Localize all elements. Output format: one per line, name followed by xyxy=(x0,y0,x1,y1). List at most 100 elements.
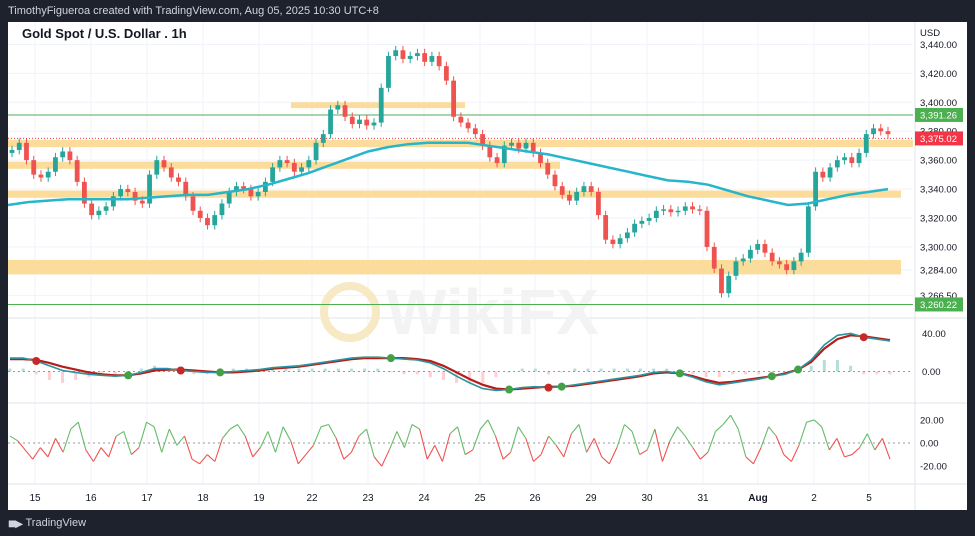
candle-body xyxy=(805,206,811,253)
osc-segment xyxy=(274,426,284,453)
watermark-text: WikiFX xyxy=(386,276,599,348)
macd-histogram-bar xyxy=(47,371,51,381)
macd-tick-label: 40.00 xyxy=(922,329,946,340)
osc-segment xyxy=(396,431,405,448)
candle-body xyxy=(675,210,681,213)
candle-body xyxy=(617,238,623,245)
osc-segment xyxy=(47,438,57,458)
osc-segment xyxy=(570,424,580,435)
macd-cross-dot xyxy=(544,383,553,392)
candle-body xyxy=(863,134,869,153)
osc-segment xyxy=(677,426,686,437)
osc-segment xyxy=(684,435,694,448)
osc-segment xyxy=(183,435,193,460)
price-chart-svg[interactable]: WikiFX USD3,440.003,420.003,400.003,380.… xyxy=(8,22,967,510)
osc-segment xyxy=(17,440,26,451)
osc-segment xyxy=(790,445,800,462)
candle-body xyxy=(704,210,710,247)
candle-body xyxy=(168,167,174,178)
candle-body xyxy=(494,157,500,164)
candle-body xyxy=(639,220,645,224)
candle-body xyxy=(726,275,732,294)
osc-segment xyxy=(229,424,238,430)
candle-body xyxy=(74,160,80,182)
candle-body xyxy=(834,160,840,168)
candle-body xyxy=(60,151,66,158)
x-tick-label: 19 xyxy=(253,493,265,504)
osc-segment xyxy=(798,422,808,446)
macd-cross-dot xyxy=(675,369,684,378)
osc-segment xyxy=(426,445,436,460)
candle-body xyxy=(306,160,312,168)
credit-text: TimothyFigueroa created with TradingView… xyxy=(8,5,379,17)
candle-body xyxy=(422,53,428,62)
candle-body xyxy=(791,261,797,271)
osc-segment xyxy=(161,428,170,453)
macd-cross-dot xyxy=(767,372,776,381)
osc-segment xyxy=(441,433,451,462)
osc-segment xyxy=(654,428,663,462)
candle-body xyxy=(284,160,290,164)
x-tick-label: 25 xyxy=(474,493,486,504)
candle-body xyxy=(320,134,326,143)
candle-body xyxy=(176,177,181,182)
macd-cross-dot xyxy=(794,365,803,374)
zone-0 xyxy=(291,102,465,109)
candle-body xyxy=(190,196,196,211)
candle-body xyxy=(205,218,210,226)
macd-histogram-bar xyxy=(494,371,498,378)
osc-segment xyxy=(479,419,489,430)
osc-segment xyxy=(715,424,724,432)
candle-body xyxy=(212,215,218,226)
x-tick-label: 5 xyxy=(866,493,872,504)
candle-body xyxy=(588,186,594,192)
candle-body xyxy=(443,66,449,81)
line-label-text: 3,260.22 xyxy=(920,300,957,311)
price-tick-label: 3,300.00 xyxy=(920,242,957,253)
osc-segment xyxy=(775,435,785,455)
osc-segment xyxy=(730,414,739,430)
price-tick-label: 3,440.00 xyxy=(920,40,957,51)
candle-body xyxy=(682,206,688,211)
price-tick-label: 3,420.00 xyxy=(920,69,957,80)
osc-segment xyxy=(282,426,292,441)
osc-segment xyxy=(752,447,762,465)
osc-segment xyxy=(335,438,345,460)
candle-body xyxy=(784,264,790,271)
footer-brand: TradingView xyxy=(25,517,87,529)
osc-segment xyxy=(434,445,443,462)
x-tick-label: 15 xyxy=(29,493,41,504)
osc-segment xyxy=(601,456,610,465)
candle-body xyxy=(393,50,399,57)
candle-body xyxy=(313,142,319,161)
osc-segment xyxy=(115,430,125,437)
osc-segment xyxy=(221,428,231,439)
osc-segment xyxy=(237,424,246,437)
candle-body xyxy=(16,142,22,151)
candle-body xyxy=(139,200,145,204)
candle-body xyxy=(509,142,514,146)
candle-body xyxy=(849,157,855,164)
price-tick-label: 3,360.00 xyxy=(920,156,957,167)
osc-segment xyxy=(131,447,140,455)
candle-body xyxy=(885,131,891,135)
osc-segment xyxy=(39,447,49,458)
candle-body xyxy=(516,142,522,149)
osc-segment xyxy=(866,433,876,451)
osc-segment xyxy=(388,431,398,451)
osc-tick-label: 20.00 xyxy=(920,415,944,426)
osc-segment xyxy=(191,458,200,465)
candle-body xyxy=(465,122,471,129)
osc-segment xyxy=(411,424,420,430)
osc-segment xyxy=(510,426,519,453)
candle-body xyxy=(827,167,833,178)
candle-body xyxy=(769,252,775,262)
candle-body xyxy=(472,128,478,135)
candle-body xyxy=(400,50,406,59)
footer-bar: ■▸ TradingView xyxy=(0,510,975,536)
x-tick-label: 30 xyxy=(641,493,653,504)
osc-segment xyxy=(206,454,216,462)
osc-segment xyxy=(525,438,534,462)
chart-area[interactable]: WikiFX USD3,440.003,420.003,400.003,380.… xyxy=(8,22,967,510)
osc-segment xyxy=(586,438,595,453)
